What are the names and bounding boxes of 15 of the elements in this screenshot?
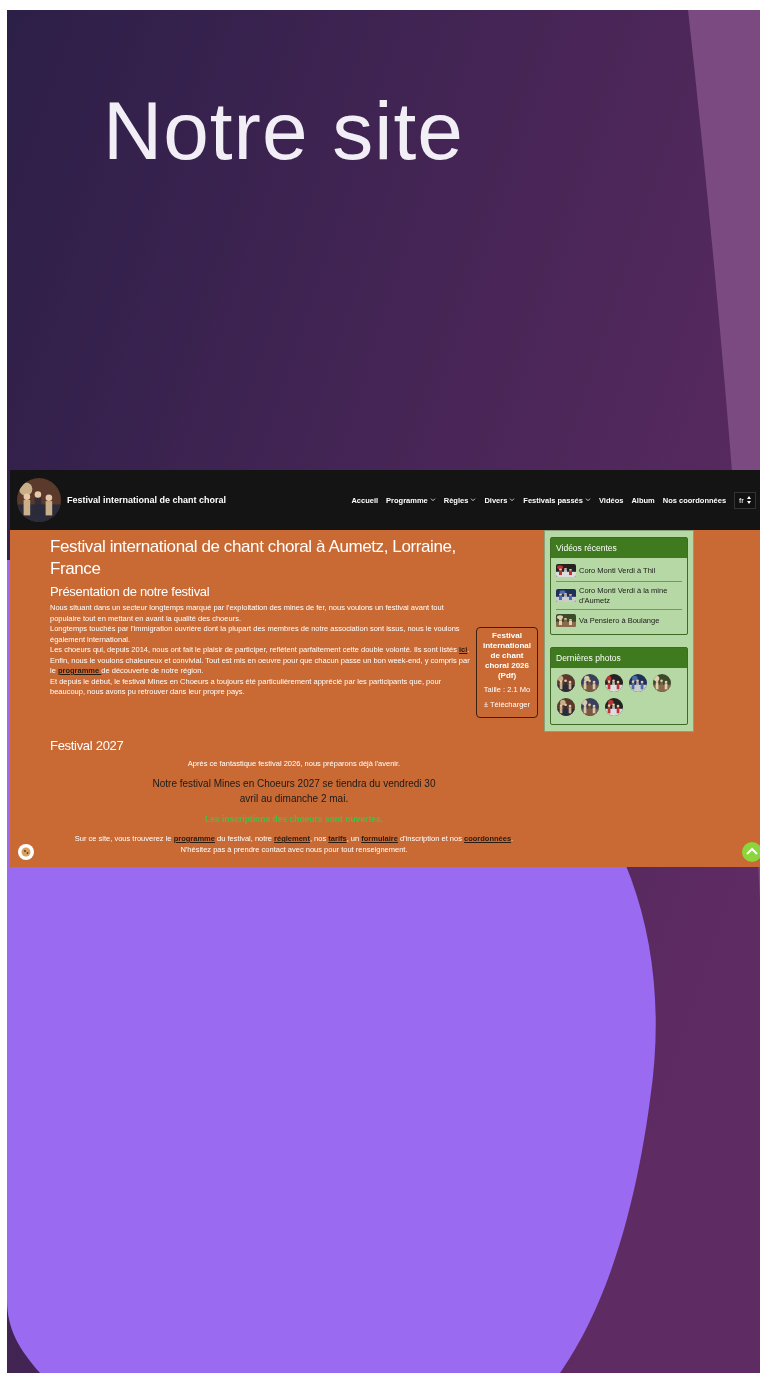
- page-heading: Festival international de chant choral à Aumetz, Lorraine, France: [50, 536, 457, 580]
- slide-title: Notre site: [103, 84, 464, 178]
- sort-icon: [747, 496, 751, 504]
- announcement-text: Notre festival Mines en Choeurs 2027 se tiendra du vendredi 30 avril au dimanche 2 mai.: [151, 777, 437, 806]
- site-title[interactable]: Festival international de chant choral: [67, 495, 227, 505]
- section-heading: Festival 2027: [50, 738, 124, 753]
- registration-notice: Les inscriptions des choeurs sont ouvertes.: [204, 814, 384, 824]
- widget-title: Dernières photos: [551, 648, 687, 668]
- cookie-icon[interactable]: [18, 844, 34, 860]
- section-heading: Présentation de notre festival: [50, 584, 210, 599]
- widget-title: Vidéos récentes: [551, 538, 687, 558]
- scroll-up-icon[interactable]: [742, 842, 760, 862]
- language-select[interactable]: fr: [734, 491, 756, 509]
- download-icon: [484, 702, 488, 707]
- document-title: Festival international de chant choral 2026 (Pdf): [482, 631, 532, 681]
